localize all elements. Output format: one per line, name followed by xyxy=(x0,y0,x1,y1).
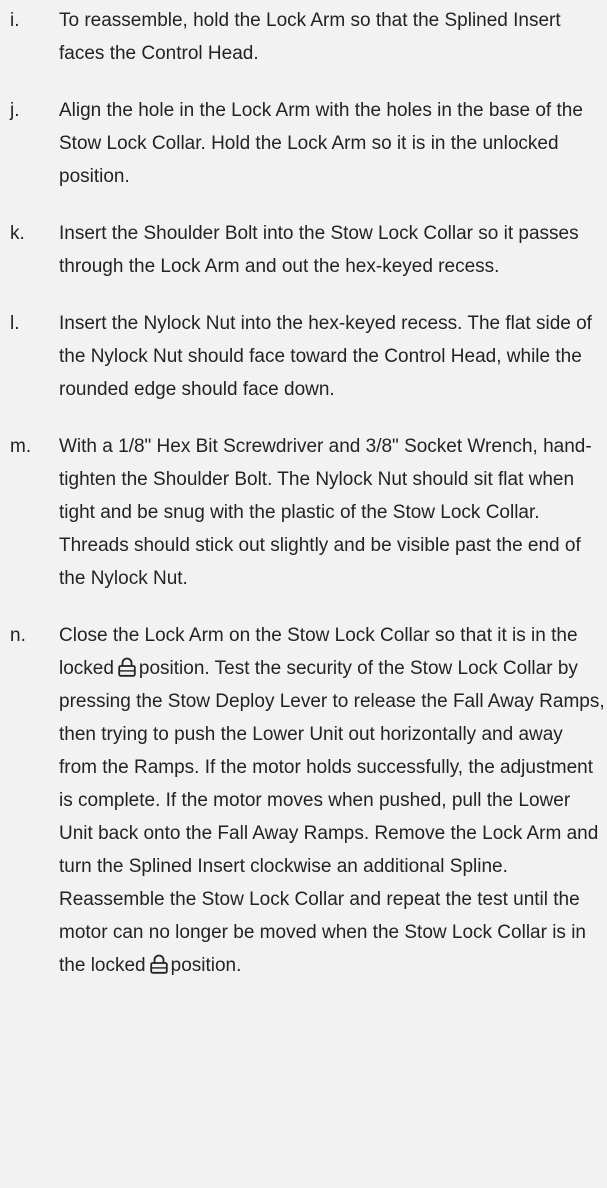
step-letter: n. xyxy=(10,625,26,646)
step-letter: l. xyxy=(10,313,20,334)
padlock-locked-icon xyxy=(118,657,136,677)
step-letter: k. xyxy=(10,223,25,244)
padlock-locked-icon xyxy=(149,954,168,974)
instruction-page: i. To reassemble, hold the Lock Arm so t… xyxy=(0,0,607,1188)
step-l: l. Insert the Nylock Nut into the hex-ke… xyxy=(0,307,607,406)
step-letter: j. xyxy=(10,100,20,121)
step-text: Insert the Nylock Nut into the hex-keyed… xyxy=(59,313,592,400)
step-n: n. Close the Lock Arm on the Stow Lock C… xyxy=(0,619,607,982)
step-i: i. To reassemble, hold the Lock Arm so t… xyxy=(0,4,607,70)
step-text-part2: position. Test the security of the Stow … xyxy=(59,658,605,976)
step-text: Insert the Shoulder Bolt into the Stow L… xyxy=(59,223,579,277)
step-letter: i. xyxy=(10,10,20,31)
step-text-part3: position. xyxy=(170,955,242,976)
step-text: With a 1/8" Hex Bit Screwdriver and 3/8"… xyxy=(59,436,592,589)
step-text: Close the Lock Arm on the Stow Lock Coll… xyxy=(59,619,607,982)
step-m: m. With a 1/8" Hex Bit Screwdriver and 3… xyxy=(0,430,607,595)
step-j: j. Align the hole in the Lock Arm with t… xyxy=(0,94,607,193)
step-text: Align the hole in the Lock Arm with the … xyxy=(59,100,583,187)
step-text: To reassemble, hold the Lock Arm so that… xyxy=(59,10,561,64)
step-k: k. Insert the Shoulder Bolt into the Sto… xyxy=(0,217,607,283)
step-letter: m. xyxy=(10,436,32,457)
